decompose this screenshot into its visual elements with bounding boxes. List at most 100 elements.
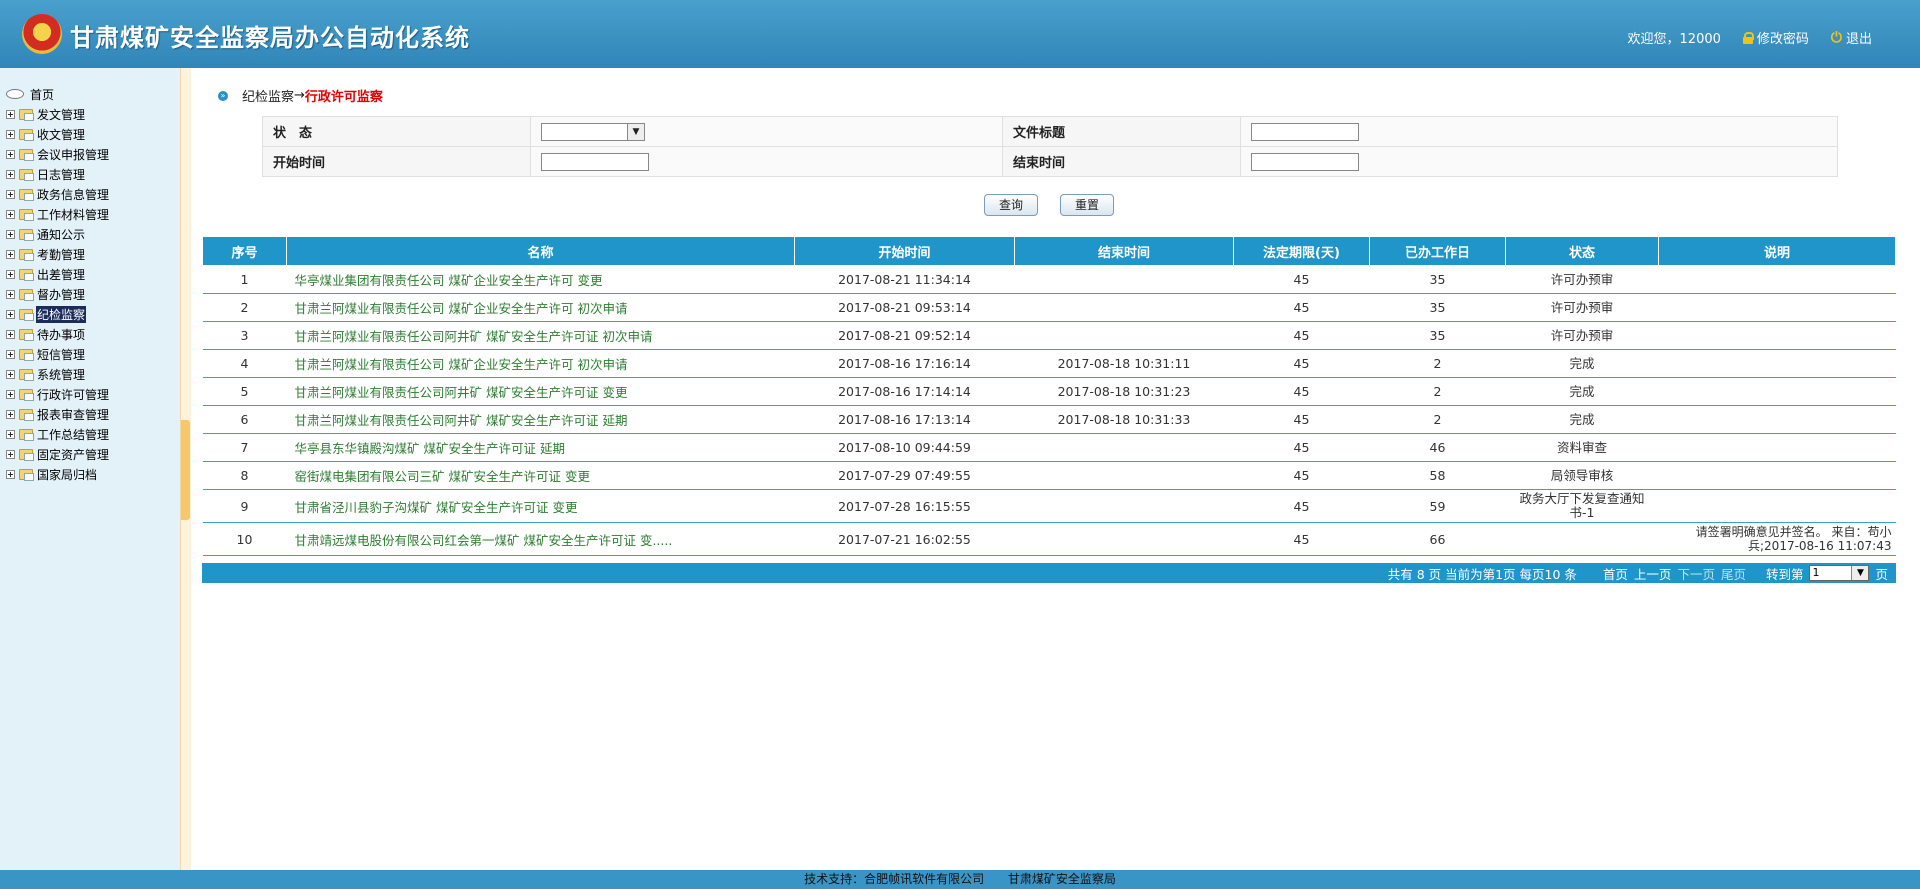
- expand-plus-icon[interactable]: [6, 169, 15, 179]
- folder-icon: [19, 268, 34, 281]
- sidebar-item[interactable]: 行政许可管理: [6, 384, 110, 404]
- expand-plus-icon[interactable]: [6, 309, 15, 319]
- table-cell: 许可办预审: [1505, 265, 1659, 294]
- sidebar-item[interactable]: 考勤管理: [6, 244, 110, 264]
- folder-icon: [19, 368, 34, 381]
- table-cell: [1014, 293, 1234, 322]
- expand-plus-icon[interactable]: [6, 109, 15, 119]
- expand-plus-icon[interactable]: [6, 369, 15, 379]
- record-name-link[interactable]: 华亭县东华镇殿沟煤矿 煤矿安全生产许可证 延期: [286, 433, 795, 462]
- sidebar-item[interactable]: 收文管理: [6, 124, 110, 144]
- sidebar-item[interactable]: 会议申报管理: [6, 144, 110, 164]
- expand-plus-icon[interactable]: [6, 149, 15, 159]
- app-title: 甘肃煤矿安全监察局办公自动化系统: [70, 24, 470, 52]
- expand-plus-icon[interactable]: [6, 249, 15, 259]
- expand-plus-icon[interactable]: [6, 269, 15, 279]
- welcome-text: 欢迎您，12000: [1627, 32, 1721, 47]
- expand-plus-icon[interactable]: [6, 329, 15, 339]
- folder-icon: [19, 448, 34, 461]
- logout-link[interactable]: ⏻ 退出: [1831, 28, 1872, 48]
- sidebar-item[interactable]: 政务信息管理: [6, 184, 110, 204]
- table-row[interactable]: 1 华亭煤业集团有限责任公司 煤矿企业安全生产许可 变更 2017-08-21 11…: [202, 265, 1896, 294]
- table-row[interactable]: 8 窑街煤电集团有限公司三矿 煤矿安全生产许可证 变更 2017-07-29 07:…: [202, 461, 1896, 490]
- folder-icon: [19, 348, 34, 361]
- sidebar-item[interactable]: 待办事项: [6, 324, 110, 344]
- sidebar-item[interactable]: 短信管理: [6, 344, 110, 364]
- record-name-link[interactable]: 甘肃省泾川县豹子沟煤矿 煤矿安全生产许可证 变更: [286, 489, 795, 523]
- expand-plus-icon[interactable]: [6, 289, 15, 299]
- query-button[interactable]: 查询: [984, 194, 1038, 216]
- emblem-logo: [22, 14, 62, 54]
- sidebar-item[interactable]: 报表审查管理: [6, 404, 110, 424]
- table-row[interactable]: 6 甘肃兰阿煤业有限责任公司阿井矿 煤矿安全生产许可证 延期 2017-08-16 …: [202, 405, 1896, 434]
- sidebar-item[interactable]: 工作材料管理: [6, 204, 110, 224]
- sidebar-item[interactable]: 工作总结管理: [6, 424, 110, 444]
- table-row[interactable]: 5 甘肃兰阿煤业有限责任公司阿井矿 煤矿安全生产许可证 变更 2017-08-16 …: [202, 377, 1896, 406]
- record-name-link[interactable]: 甘肃靖远煤电股份有限公司红会第一煤矿 煤矿安全生产许可证 变.....: [286, 522, 795, 556]
- sidebar-item[interactable]: 通知公示: [6, 224, 110, 244]
- record-name-link[interactable]: 甘肃兰阿煤业有限责任公司 煤矿企业安全生产许可 初次申请: [286, 293, 795, 322]
- record-name-link[interactable]: 窑街煤电集团有限公司三矿 煤矿安全生产许可证 变更: [286, 461, 795, 490]
- expand-plus-icon[interactable]: [6, 189, 15, 199]
- table-row[interactable]: 4 甘肃兰阿煤业有限责任公司 煤矿企业安全生产许可 初次申请 2017-08-16 …: [202, 349, 1896, 378]
- table-row[interactable]: 7 华亭县东华镇殿沟煤矿 煤矿安全生产许可证 延期 2017-08-10 09:44…: [202, 433, 1896, 462]
- table-row[interactable]: 10 甘肃靖远煤电股份有限公司红会第一煤矿 煤矿安全生产许可证 变..... 201…: [202, 522, 1896, 556]
- table-cell: 3: [202, 321, 287, 350]
- status-select[interactable]: ▼: [541, 122, 645, 141]
- expand-plus-icon[interactable]: [6, 409, 15, 419]
- sidebar-item[interactable]: 督办管理: [6, 284, 110, 304]
- table-row[interactable]: 2 甘肃兰阿煤业有限责任公司 煤矿企业安全生产许可 初次申请 2017-08-21 …: [202, 293, 1896, 322]
- pager-last-link[interactable]: 尾页: [1721, 564, 1746, 583]
- record-name-link[interactable]: 甘肃兰阿煤业有限责任公司阿井矿 煤矿安全生产许可证 变更: [286, 377, 795, 406]
- expand-plus-icon[interactable]: [6, 389, 15, 399]
- sidebar-item-label: 考勤管理: [37, 247, 86, 262]
- record-name-link[interactable]: 甘肃兰阿煤业有限责任公司阿井矿 煤矿安全生产许可证 延期: [286, 405, 795, 434]
- table-cell: 59: [1369, 489, 1506, 523]
- folder-icon: [19, 288, 34, 301]
- sidebar-item[interactable]: 系统管理: [6, 364, 110, 384]
- file-title-input[interactable]: [1251, 122, 1359, 141]
- sidebar-collapse-handle[interactable]: [181, 420, 190, 520]
- file-title-label: 文件标题: [1002, 116, 1241, 147]
- sidebar-item[interactable]: 出差管理: [6, 264, 110, 284]
- pager-next-link[interactable]: 下一页: [1677, 564, 1715, 583]
- sidebar-item[interactable]: 纪检监察: [6, 304, 110, 324]
- expand-plus-icon[interactable]: [6, 209, 15, 219]
- page-select[interactable]: 1 ▼: [1809, 565, 1870, 581]
- sidebar-item[interactable]: 国家局归档: [6, 464, 110, 484]
- table-cell: [1658, 489, 1896, 523]
- sidebar-item-label: 报表审查管理: [37, 407, 110, 422]
- folder-icon: [19, 188, 34, 201]
- end-time-input[interactable]: [1251, 152, 1359, 171]
- table-row[interactable]: 3 甘肃兰阿煤业有限责任公司阿井矿 煤矿安全生产许可证 初次申请 2017-08-2…: [202, 321, 1896, 350]
- table-cell: 政务大厅下发复查通知书-1: [1505, 489, 1659, 523]
- expand-plus-icon[interactable]: [6, 229, 15, 239]
- change-password-link[interactable]: 修改密码: [1742, 28, 1809, 47]
- pager-prev-link[interactable]: 上一页: [1634, 564, 1672, 583]
- footer: 技术支持：合肥帧讯软件有限公司 甘肃煤矿安全监察局: [0, 870, 1920, 889]
- table-cell: [1014, 321, 1234, 350]
- tree-root[interactable]: 首页: [6, 84, 110, 104]
- table-cell: 完成: [1505, 349, 1659, 378]
- column-header: 结束时间: [1014, 237, 1234, 266]
- sidebar-item-label: 行政许可管理: [37, 387, 110, 402]
- start-time-input[interactable]: [541, 152, 649, 171]
- table-cell: 2017-08-16 17:13:14: [794, 405, 1015, 434]
- tree-root-label: 首页: [30, 87, 55, 102]
- expand-plus-icon[interactable]: [6, 429, 15, 439]
- expand-plus-icon[interactable]: [6, 129, 15, 139]
- record-name-link[interactable]: 华亭煤业集团有限责任公司 煤矿企业安全生产许可 变更: [286, 265, 795, 294]
- sidebar-item[interactable]: 发文管理: [6, 104, 110, 124]
- record-name-link[interactable]: 甘肃兰阿煤业有限责任公司阿井矿 煤矿安全生产许可证 初次申请: [286, 321, 795, 350]
- expand-plus-icon[interactable]: [6, 449, 15, 459]
- sidebar-item[interactable]: 日志管理: [6, 164, 110, 184]
- reset-button[interactable]: 重置: [1060, 194, 1114, 216]
- user-area: 欢迎您，12000 修改密码 ⏻ 退出: [1627, 28, 1872, 48]
- pager-first-link[interactable]: 首页: [1603, 564, 1628, 583]
- record-name-link[interactable]: 甘肃兰阿煤业有限责任公司 煤矿企业安全生产许可 初次申请: [286, 349, 795, 378]
- expand-plus-icon[interactable]: [6, 469, 15, 479]
- table-cell: 2017-08-21 09:53:14: [794, 293, 1015, 322]
- table-row[interactable]: 9 甘肃省泾川县豹子沟煤矿 煤矿安全生产许可证 变更 2017-07-28 16:1…: [202, 489, 1896, 523]
- sidebar-item[interactable]: 固定资产管理: [6, 444, 110, 464]
- expand-plus-icon[interactable]: [6, 349, 15, 359]
